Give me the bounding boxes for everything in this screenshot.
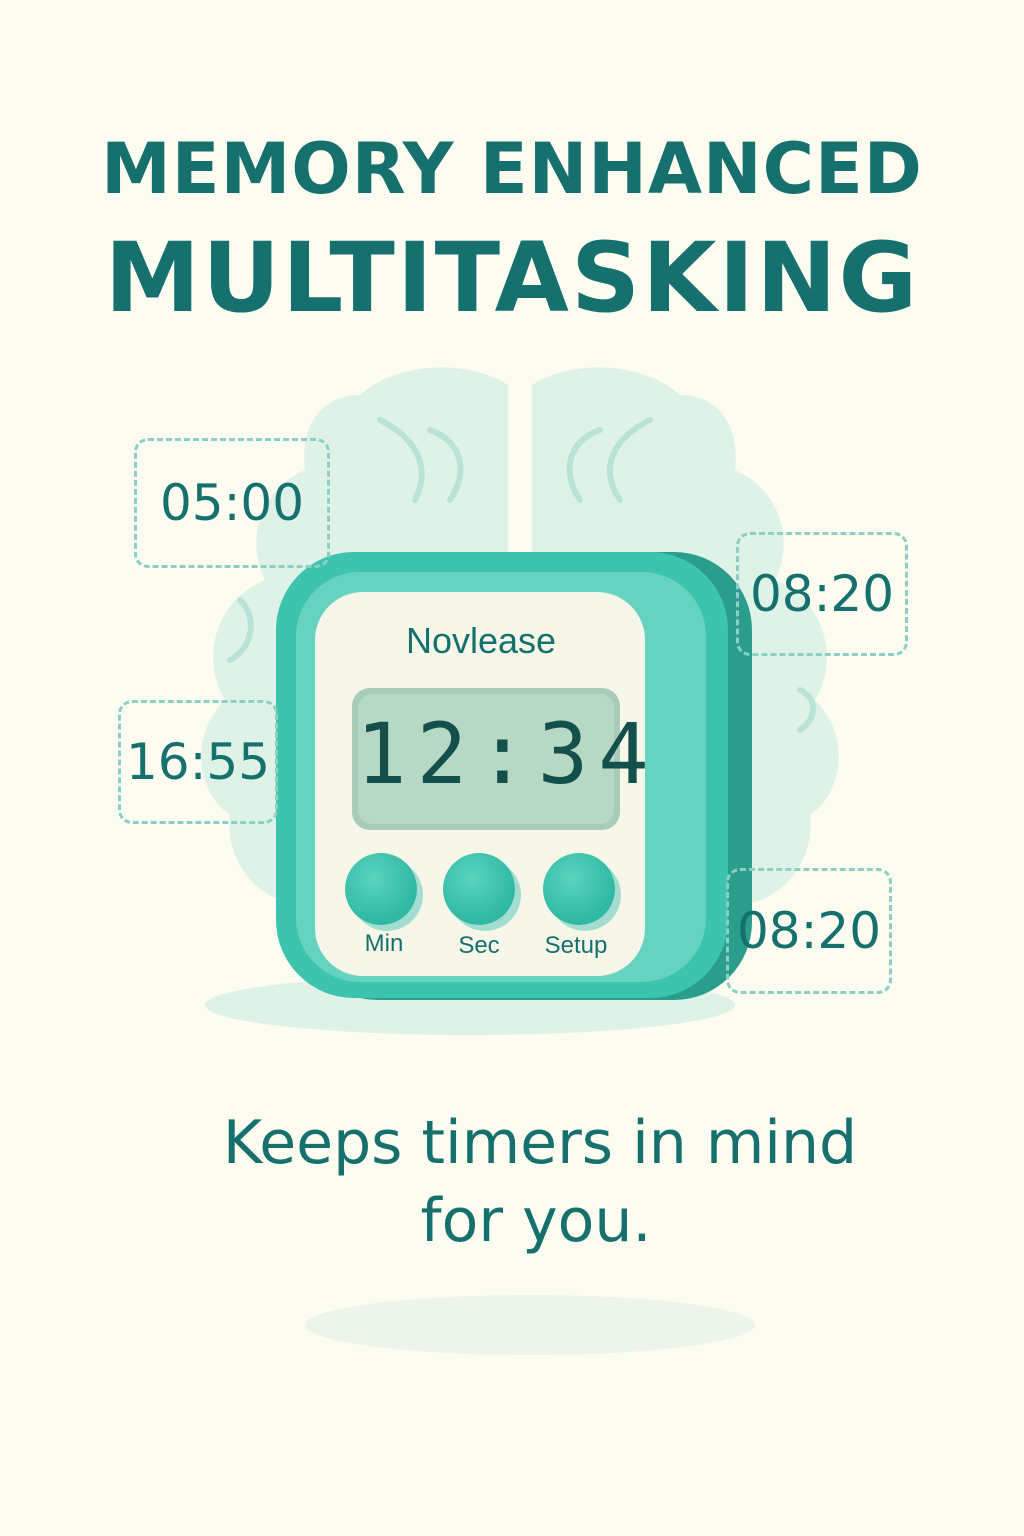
floating-timer-2: 08:20 bbox=[736, 532, 908, 656]
floating-timer-3: 16:55 bbox=[118, 700, 278, 824]
tagline-line-1: Keeps timers in mind bbox=[222, 1108, 858, 1178]
setup-button-label: Setup bbox=[544, 932, 608, 959]
tagline-line-2: for you. bbox=[420, 1186, 652, 1256]
lcd-display: 12:34 bbox=[356, 705, 659, 803]
min-button[interactable] bbox=[345, 853, 417, 925]
poster: MEMORY ENHANCED MULTITASKING 05:00 08:20… bbox=[0, 0, 1024, 1536]
min-button-label: Min bbox=[364, 930, 404, 957]
sec-button[interactable] bbox=[443, 853, 515, 925]
device-brand: Novlease bbox=[405, 620, 557, 661]
floating-timer-1: 05:00 bbox=[134, 438, 330, 568]
setup-button[interactable] bbox=[543, 853, 615, 925]
floating-timer-4: 08:20 bbox=[726, 868, 892, 994]
sec-button-label: Sec bbox=[458, 932, 500, 959]
